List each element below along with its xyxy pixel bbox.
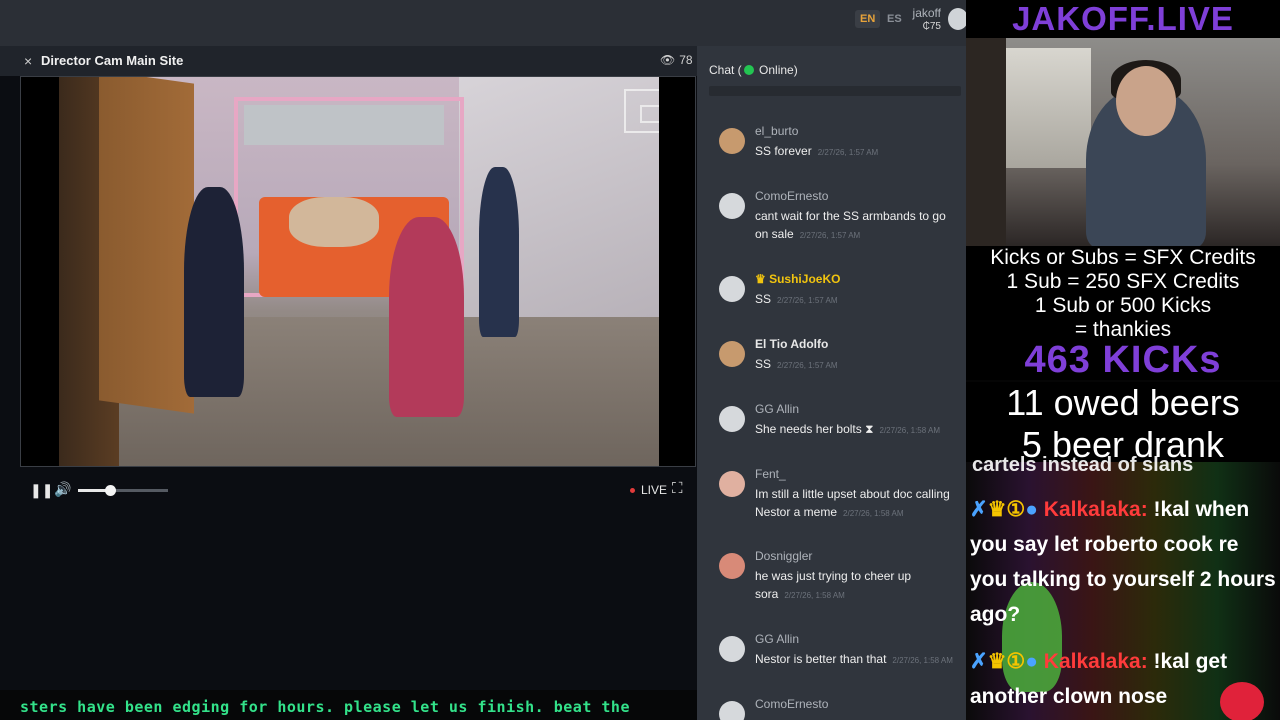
- chat-avatar[interactable]: [719, 471, 745, 497]
- chat-divider: [709, 86, 961, 96]
- volume-slider[interactable]: [78, 485, 168, 496]
- beers-owed: 11 owed beers: [1006, 382, 1240, 423]
- chat-username[interactable]: GG Allin: [755, 402, 799, 416]
- chat-header: Chat ( Online): [709, 63, 798, 77]
- stream-brand: JAKOFF.LIVE: [966, 0, 1280, 38]
- chat-avatar[interactable]: [719, 276, 745, 302]
- overlay-chat-line: ✗♛①● Kalkalaka: !kal get another clown n…: [970, 644, 1276, 714]
- stream-chat-overlay: cartels instead of slans ✗♛①● Kalkalaka:…: [966, 454, 1280, 720]
- chat-avatar[interactable]: [719, 406, 745, 432]
- camera-title: Director Cam Main Site: [41, 53, 184, 68]
- pause-icon[interactable]: ❚❚: [30, 482, 53, 499]
- chat-timestamp: 2/27/26, 1:58 AM: [879, 426, 941, 435]
- chat-text: SS forever 2/27/26, 1:57 AM: [755, 144, 879, 158]
- credit-rules: Kicks or Subs = SFX Credits 1 Sub = 250 …: [966, 246, 1280, 342]
- sword-badge-icon: ✗: [970, 650, 988, 673]
- chat-avatar[interactable]: [719, 341, 745, 367]
- streamer-overlay: JAKOFF.LIVE Kicks or Subs = SFX Credits …: [966, 0, 1280, 720]
- overlay-chat-username: Kalkalaka:: [1043, 498, 1148, 521]
- webcam-feed: [966, 38, 1280, 248]
- chat-text: he was just trying to cheer up sora 2/27/…: [755, 569, 912, 601]
- chat-text: SS 2/27/26, 1:57 AM: [755, 292, 838, 306]
- chat-timestamp: 2/27/26, 1:58 AM: [843, 509, 904, 518]
- chat-avatar[interactable]: [719, 701, 745, 720]
- live-dot-icon: [630, 488, 635, 494]
- chat-username[interactable]: ComoErnesto: [755, 697, 828, 711]
- chat-timestamp: 2/27/26, 1:57 AM: [817, 148, 879, 157]
- video-player[interactable]: [20, 76, 696, 467]
- sword-badge-icon: ✗: [970, 498, 988, 521]
- player-controls: ❚❚ 🔊 LIVE ⛶: [20, 476, 696, 504]
- chat-text: cant wait for the SS armbands to go on s…: [755, 209, 946, 241]
- ticker-text: sters have been edging for hours. please…: [20, 698, 630, 716]
- chat-timestamp: 2/27/26, 1:57 AM: [777, 361, 838, 370]
- language-es-button[interactable]: ES: [882, 10, 907, 28]
- rule-line: 1 Sub = 250 SFX Credits: [1006, 270, 1240, 293]
- kicks-counter: 463 KICKs: [966, 340, 1280, 380]
- crown-icon: ♛: [755, 272, 770, 286]
- username: jakoff: [912, 6, 941, 20]
- volume-icon[interactable]: 🔊: [54, 481, 71, 498]
- chat-panel: Chat ( Online) el_burto SS forever 2/27/26…: [697, 46, 966, 720]
- chat-text: Nestor is better than that 2/27/26, 1:58 …: [755, 652, 953, 666]
- chat-timestamp: 2/27/26, 1:58 AM: [784, 591, 845, 600]
- chat-avatar[interactable]: [719, 553, 745, 579]
- chat-text: She needs her bolts ⧗ 2/27/26, 1:58 AM: [755, 422, 941, 436]
- globe-badge-icon: ●: [1025, 650, 1038, 673]
- credits-balance: ₵75: [922, 21, 941, 32]
- cut-off-message: cartels instead of slans: [972, 454, 1194, 476]
- camera-watermark-icon: [624, 89, 659, 133]
- chat-timestamp: 2/27/26, 1:57 AM: [799, 231, 861, 240]
- crown-badge-icon: ♛①: [987, 650, 1026, 673]
- overlay-chat-line: ✗♛①● Kalkalaka: !kal when you say let ro…: [970, 492, 1276, 632]
- chat-username[interactable]: el_burto: [755, 124, 798, 138]
- video-frame: [59, 77, 659, 466]
- player-header: × Director Cam Main Site 👁 78: [0, 46, 697, 76]
- chat-timestamp: 2/27/26, 1:58 AM: [892, 656, 953, 665]
- chat-timestamp: 2/27/26, 1:57 AM: [777, 296, 838, 305]
- chat-username[interactable]: ♛ SushiJoeKO: [755, 272, 840, 286]
- player-panel: × Director Cam Main Site 👁 78 ❚❚ 🔊 LIVE …: [0, 46, 697, 720]
- chat-username[interactable]: Dosniggler: [755, 549, 812, 563]
- chat-avatar[interactable]: [719, 128, 745, 154]
- rule-line: Kicks or Subs = SFX Credits: [990, 246, 1256, 269]
- online-status-icon: [743, 65, 754, 75]
- live-indicator: LIVE: [630, 483, 667, 497]
- avatar[interactable]: [948, 8, 968, 30]
- eye-icon: 👁: [660, 53, 676, 67]
- globe-badge-icon: ●: [1025, 498, 1038, 521]
- chat-username[interactable]: El Tio Adolfo: [755, 337, 828, 351]
- chat-username[interactable]: ComoErnesto: [755, 189, 828, 203]
- language-en-button[interactable]: EN: [855, 10, 881, 28]
- chat-text: SS 2/27/26, 1:57 AM: [755, 357, 838, 371]
- close-icon[interactable]: ×: [24, 53, 32, 69]
- user-menu[interactable]: jakoff ₵75: [905, 6, 941, 32]
- chat-avatar[interactable]: [719, 636, 745, 662]
- top-bar: EN ES jakoff ₵75: [0, 0, 968, 46]
- viewer-count: 👁 78: [660, 53, 693, 67]
- fullscreen-icon[interactable]: ⛶: [672, 480, 683, 497]
- scrolling-ticker: sters have been edging for hours. please…: [0, 690, 697, 720]
- chat-username[interactable]: Fent_: [755, 467, 786, 481]
- crown-badge-icon: ♛①: [987, 498, 1026, 521]
- chat-avatar[interactable]: [719, 193, 745, 219]
- volume-slider-handle[interactable]: [104, 485, 116, 496]
- chat-username[interactable]: GG Allin: [755, 632, 799, 646]
- chat-text: Im still a little upset about doc callin…: [755, 487, 950, 519]
- overlay-chat-username: Kalkalaka:: [1043, 650, 1148, 673]
- rule-line: 1 Sub or 500 Kicks: [1034, 294, 1212, 317]
